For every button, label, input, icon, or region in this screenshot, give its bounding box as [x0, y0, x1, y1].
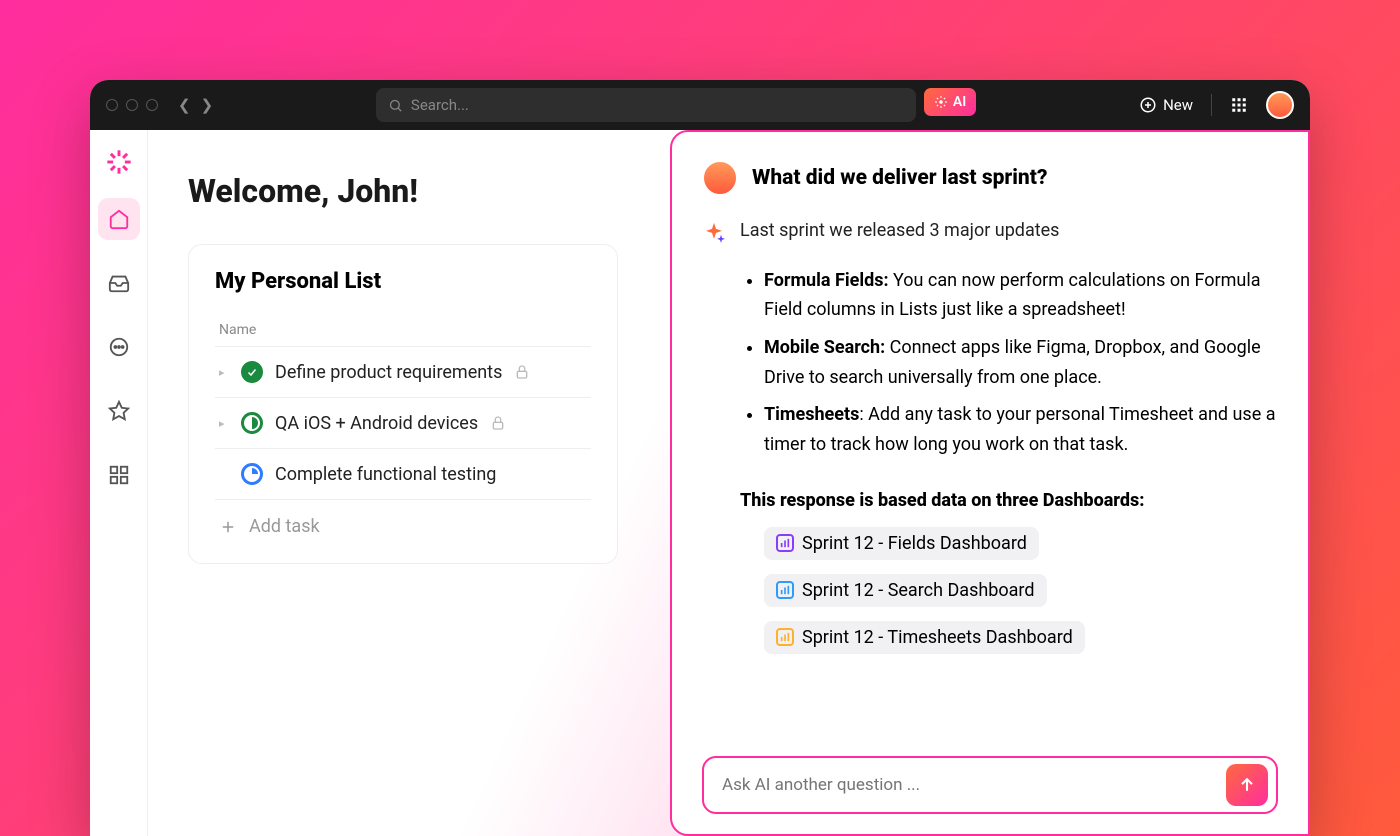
ai-spark-icon — [934, 95, 948, 109]
sidebar-inbox[interactable] — [98, 262, 140, 304]
lock-icon — [490, 415, 506, 431]
inbox-icon — [108, 272, 130, 294]
titlebar: ❮ ❯ Search... AI New — [90, 80, 1310, 130]
plus-circle-icon — [1139, 96, 1157, 114]
ai-badge[interactable]: AI — [924, 88, 976, 116]
ai-bullet: Mobile Search: Connect apps like Figma, … — [764, 333, 1278, 392]
max-dot[interactable] — [146, 99, 158, 111]
task-row[interactable]: ▸ QA iOS + Android devices — [215, 397, 591, 448]
plus-icon — [219, 518, 237, 536]
task-row[interactable]: Complete functional testing — [215, 448, 591, 499]
ai-panel: What did we deliver last sprint? Last sp… — [670, 130, 1310, 836]
min-dot[interactable] — [126, 99, 138, 111]
grid-icon — [108, 464, 130, 486]
personal-list-card: My Personal List Name ▸ Define product re… — [188, 244, 618, 564]
sidebar-dashboards[interactable] — [98, 454, 140, 496]
task-row[interactable]: ▸ Define product requirements — [215, 346, 591, 397]
lock-icon — [514, 364, 530, 380]
search-input[interactable]: Search... — [376, 88, 916, 122]
expand-icon[interactable]: ▸ — [219, 417, 229, 430]
ai-input-container — [702, 756, 1278, 814]
sidebar-home[interactable] — [98, 198, 140, 240]
list-title: My Personal List — [215, 269, 591, 294]
source-label: Sprint 12 - Fields Dashboard — [802, 533, 1027, 554]
app-logo — [105, 148, 133, 176]
add-task-button[interactable]: Add task — [215, 499, 591, 553]
more-icon — [108, 336, 130, 358]
send-button[interactable] — [1226, 764, 1268, 806]
expand-icon[interactable]: ▸ — [219, 366, 229, 379]
apps-icon[interactable] — [1230, 96, 1248, 114]
source-item[interactable]: Sprint 12 - Search Dashboard — [764, 574, 1278, 607]
arrow-up-icon — [1237, 775, 1257, 795]
ai-input[interactable] — [722, 775, 1226, 795]
task-name: Define product requirements — [275, 362, 502, 383]
search-placeholder: Search... — [411, 96, 469, 114]
status-icon[interactable] — [241, 463, 263, 485]
nav-forward[interactable]: ❯ — [201, 96, 214, 114]
home-icon — [108, 208, 130, 230]
nav-back[interactable]: ❮ — [178, 96, 191, 114]
ai-question: What did we deliver last sprint? — [752, 166, 1047, 190]
close-dot[interactable] — [106, 99, 118, 111]
new-button[interactable]: New — [1139, 96, 1193, 114]
window-controls — [106, 99, 158, 111]
source-label: Sprint 12 - Timesheets Dashboard — [802, 627, 1073, 648]
sparkle-icon — [702, 220, 726, 246]
star-icon — [108, 400, 130, 422]
user-avatar-small — [702, 160, 738, 196]
status-icon[interactable] — [241, 412, 263, 434]
source-label: Sprint 12 - Search Dashboard — [802, 580, 1035, 601]
ai-intro: Last sprint we released 3 major updates — [740, 216, 1059, 246]
status-icon[interactable] — [241, 361, 263, 383]
sidebar — [90, 130, 148, 836]
user-avatar[interactable] — [1266, 91, 1294, 119]
source-item[interactable]: Sprint 12 - Fields Dashboard — [764, 527, 1278, 560]
sidebar-more[interactable] — [98, 326, 140, 368]
sidebar-favorites[interactable] — [98, 390, 140, 432]
column-header-name: Name — [215, 314, 591, 346]
ai-bullet: Formula Fields: You can now perform calc… — [764, 266, 1278, 325]
ai-bullet: Timesheets: Add any task to your persona… — [764, 400, 1278, 459]
source-item[interactable]: Sprint 12 - Timesheets Dashboard — [764, 621, 1278, 654]
task-name: Complete functional testing — [275, 464, 496, 485]
task-name: QA iOS + Android devices — [275, 413, 478, 434]
search-icon — [388, 98, 403, 113]
sources-heading: This response is based data on three Das… — [740, 490, 1278, 511]
